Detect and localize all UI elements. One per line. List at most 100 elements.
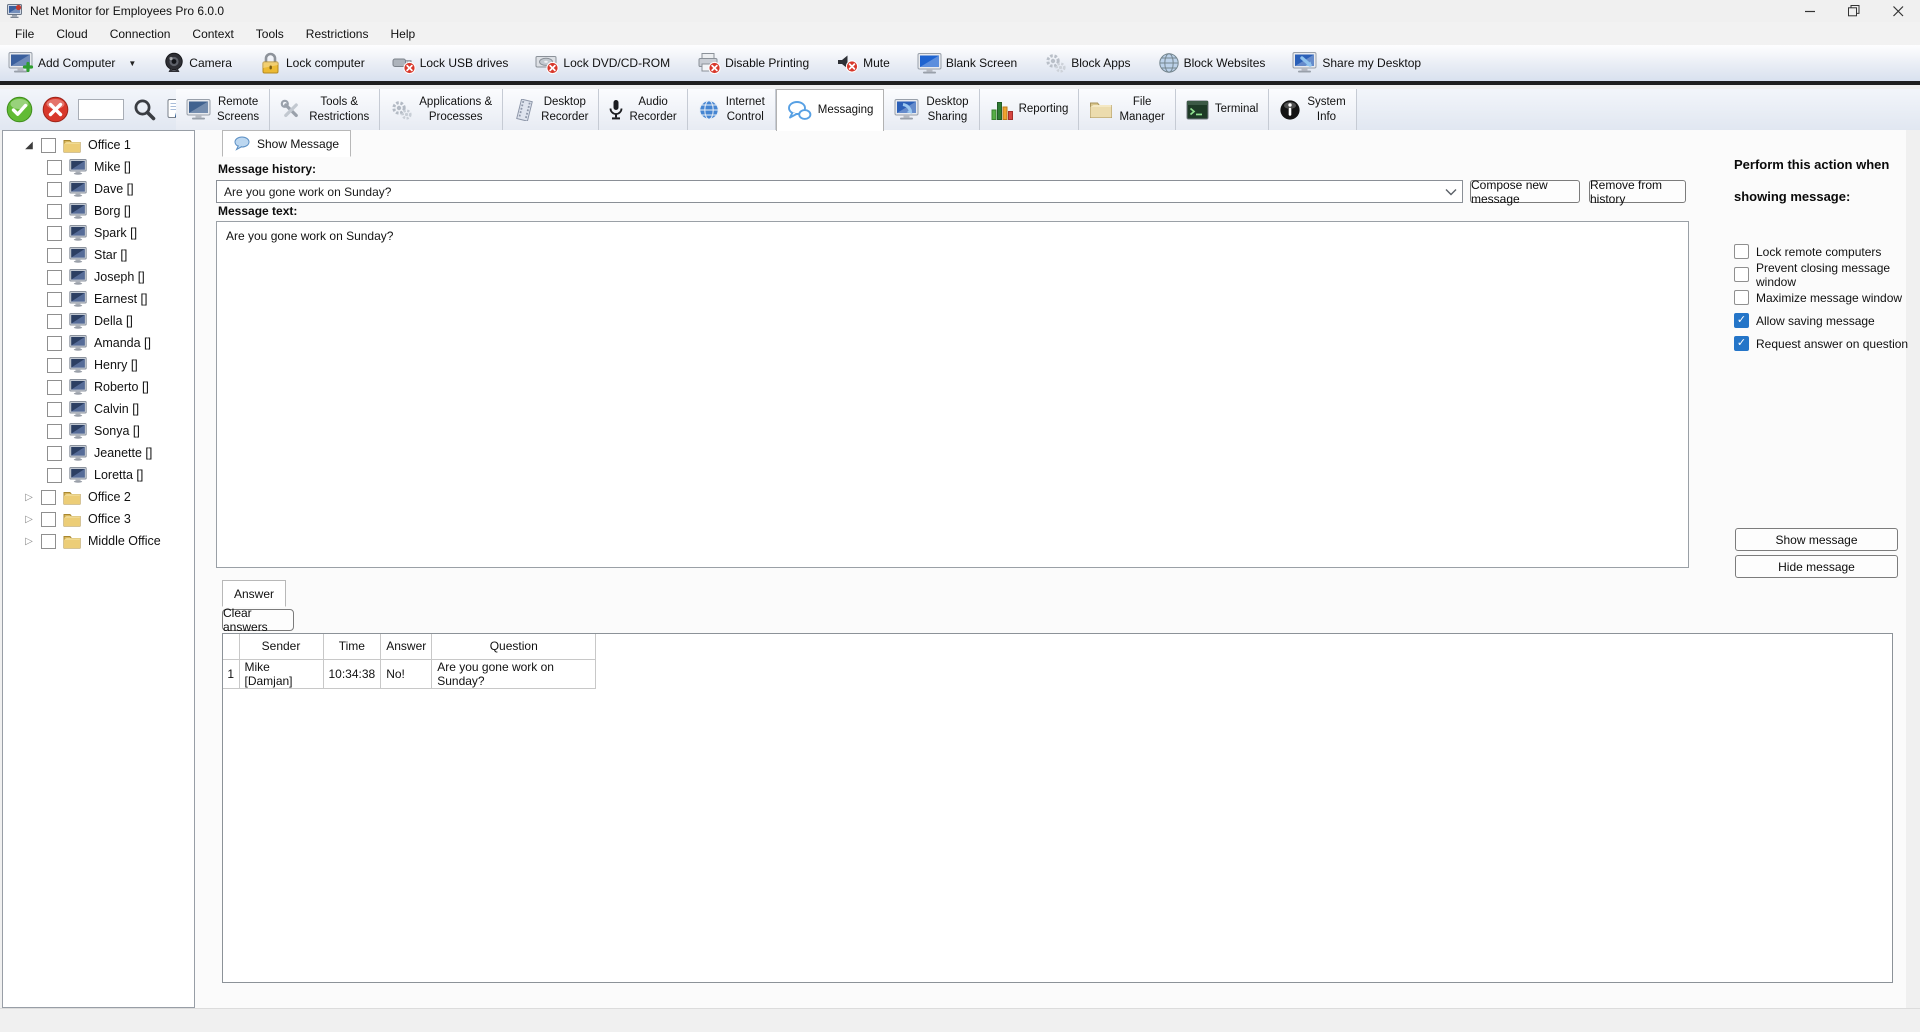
tree-checkbox[interactable]: [41, 138, 56, 153]
tab-answer[interactable]: Answer: [222, 580, 286, 607]
tab-terminal[interactable]: Terminal: [1176, 89, 1269, 130]
tree-item-office-3[interactable]: ▷Office 3: [3, 508, 194, 530]
menu-file[interactable]: File: [4, 24, 45, 44]
toolbar-lock-usb-button[interactable]: Lock USB drives: [392, 52, 509, 74]
tree-checkbox[interactable]: [47, 204, 62, 219]
expand-icon[interactable]: ▷: [23, 514, 35, 525]
restore-button[interactable]: [1832, 0, 1876, 22]
tab-internet-control[interactable]: Internet Control: [688, 89, 776, 130]
collapse-icon[interactable]: ◢: [23, 140, 35, 151]
tree-item-sonya[interactable]: Sonya []: [3, 420, 194, 442]
tab-desktop-sharing[interactable]: Desktop Sharing: [884, 89, 979, 130]
tab-desktop-recorder[interactable]: Desktop Recorder: [503, 89, 599, 130]
toolbar-camera-button[interactable]: Camera: [163, 52, 232, 74]
tree-checkbox[interactable]: [47, 314, 62, 329]
tree-item-joseph[interactable]: Joseph []: [3, 266, 194, 288]
menu-tools[interactable]: Tools: [245, 24, 295, 44]
tab-show-message[interactable]: Show Message: [222, 130, 351, 157]
tree-item-earnest[interactable]: Earnest []: [3, 288, 194, 310]
checkbox-icon[interactable]: [1734, 290, 1749, 305]
answer-row[interactable]: 1Mike [Damjan]10:34:38No!Are you gone wo…: [223, 659, 596, 688]
tree-checkbox[interactable]: [47, 160, 62, 175]
minimize-button[interactable]: [1788, 0, 1832, 22]
tree-item-star[interactable]: Star []: [3, 244, 194, 266]
tree-checkbox[interactable]: [47, 424, 62, 439]
menu-restrictions[interactable]: Restrictions: [295, 24, 380, 44]
row-number-header: [223, 634, 239, 659]
toolbar-share-desktop-button[interactable]: Share my Desktop: [1292, 52, 1421, 74]
tree-item-borg[interactable]: Borg []: [3, 200, 194, 222]
tab-audio-recorder[interactable]: Audio Recorder: [599, 89, 687, 130]
tree-checkbox[interactable]: [41, 490, 56, 505]
remove-from-history-button[interactable]: Remove from history: [1589, 180, 1686, 203]
tree-checkbox[interactable]: [47, 270, 62, 285]
expand-icon[interactable]: ▷: [23, 492, 35, 503]
tree-checkbox[interactable]: [41, 534, 56, 549]
tree-item-mike[interactable]: Mike []: [3, 156, 194, 178]
message-text-area[interactable]: Are you gone work on Sunday?: [216, 221, 1689, 568]
tree-item-office-1[interactable]: ◢Office 1: [3, 134, 194, 156]
checkbox-checked-icon[interactable]: ✓: [1734, 336, 1749, 351]
toolbar-add-computer-button[interactable]: Add Computer▼: [8, 52, 136, 74]
toolbar-lock-dvd-button[interactable]: Lock DVD/CD-ROM: [535, 52, 670, 74]
checkbox-checked-icon[interactable]: ✓: [1734, 313, 1749, 328]
toolbar-blank-screen-button[interactable]: Blank Screen: [917, 53, 1017, 74]
toolbar-mute-button[interactable]: Mute: [836, 52, 890, 74]
hide-message-button[interactable]: Hide message: [1735, 555, 1898, 578]
menu-cloud[interactable]: Cloud: [45, 24, 98, 44]
select-all-check-icon[interactable]: [6, 96, 33, 123]
tab-messaging[interactable]: Messaging: [776, 89, 885, 131]
option-request-answer-on-question[interactable]: ✓Request answer on question: [1734, 332, 1914, 355]
tree-checkbox[interactable]: [47, 226, 62, 241]
tree-checkbox[interactable]: [47, 182, 62, 197]
tree-item-jeanette[interactable]: Jeanette []: [3, 442, 194, 464]
tab-file-manager[interactable]: File Manager: [1079, 89, 1175, 130]
expand-icon[interactable]: ▷: [23, 536, 35, 547]
option-prevent-closing-message-window[interactable]: Prevent closing message window: [1734, 263, 1914, 286]
tree-checkbox[interactable]: [47, 380, 62, 395]
tab-system-info[interactable]: System Info: [1269, 89, 1356, 130]
tree-item-calvin[interactable]: Calvin []: [3, 398, 194, 420]
deselect-all-x-icon[interactable]: [42, 96, 69, 123]
tree-item-dave[interactable]: Dave []: [3, 178, 194, 200]
tree-checkbox[interactable]: [47, 402, 62, 417]
message-history-dropdown[interactable]: Are you gone work on Sunday?: [216, 180, 1463, 203]
tree-item-loretta[interactable]: Loretta []: [3, 464, 194, 486]
tree-checkbox[interactable]: [47, 292, 62, 307]
tree-item-middle-office[interactable]: ▷Middle Office: [3, 530, 194, 552]
tree-checkbox[interactable]: [47, 248, 62, 263]
tree-checkbox[interactable]: [47, 336, 62, 351]
menu-help[interactable]: Help: [379, 24, 426, 44]
search-input[interactable]: [78, 99, 124, 120]
tree-checkbox[interactable]: [47, 468, 62, 483]
checkbox-icon[interactable]: [1734, 267, 1749, 282]
menu-context[interactable]: Context: [181, 24, 244, 44]
menu-connection[interactable]: Connection: [99, 24, 182, 44]
tab-reporting[interactable]: Reporting: [980, 89, 1080, 130]
toolbar-lock-computer-button[interactable]: Lock computer: [259, 52, 365, 74]
checkbox-icon[interactable]: [1734, 244, 1749, 259]
tree-item-office-2[interactable]: ▷Office 2: [3, 486, 194, 508]
close-button[interactable]: [1876, 0, 1920, 22]
toolbar-block-websites-button[interactable]: Block Websites: [1158, 52, 1266, 74]
magnifier-icon[interactable]: [133, 98, 156, 121]
tree-item-spark[interactable]: Spark []: [3, 222, 194, 244]
show-message-button[interactable]: Show message: [1735, 528, 1898, 551]
tab-remote-screens[interactable]: Remote Screens: [176, 89, 270, 130]
compose-new-message-button[interactable]: Compose new message: [1470, 180, 1580, 203]
tree-item-della[interactable]: Della []: [3, 310, 194, 332]
tree-checkbox[interactable]: [41, 512, 56, 527]
tree-checkbox[interactable]: [47, 358, 62, 373]
tree-checkbox[interactable]: [47, 446, 62, 461]
tree-item-roberto[interactable]: Roberto []: [3, 376, 194, 398]
option-allow-saving-message[interactable]: ✓Allow saving message: [1734, 309, 1914, 332]
toolbar-disable-printing-button[interactable]: Disable Printing: [697, 52, 809, 74]
tree-item-henry[interactable]: Henry []: [3, 354, 194, 376]
tree-item-amanda[interactable]: Amanda []: [3, 332, 194, 354]
tab-tools-restrictions[interactable]: Tools & Restrictions: [270, 89, 380, 130]
dropdown-caret-icon[interactable]: ▼: [128, 59, 136, 68]
tab-applications-processes[interactable]: Applications & Processes: [380, 89, 503, 130]
option-maximize-message-window[interactable]: Maximize message window: [1734, 286, 1914, 309]
toolbar-block-apps-button[interactable]: Block Apps: [1044, 52, 1130, 74]
clear-answers-button[interactable]: Clear answers: [222, 609, 294, 631]
